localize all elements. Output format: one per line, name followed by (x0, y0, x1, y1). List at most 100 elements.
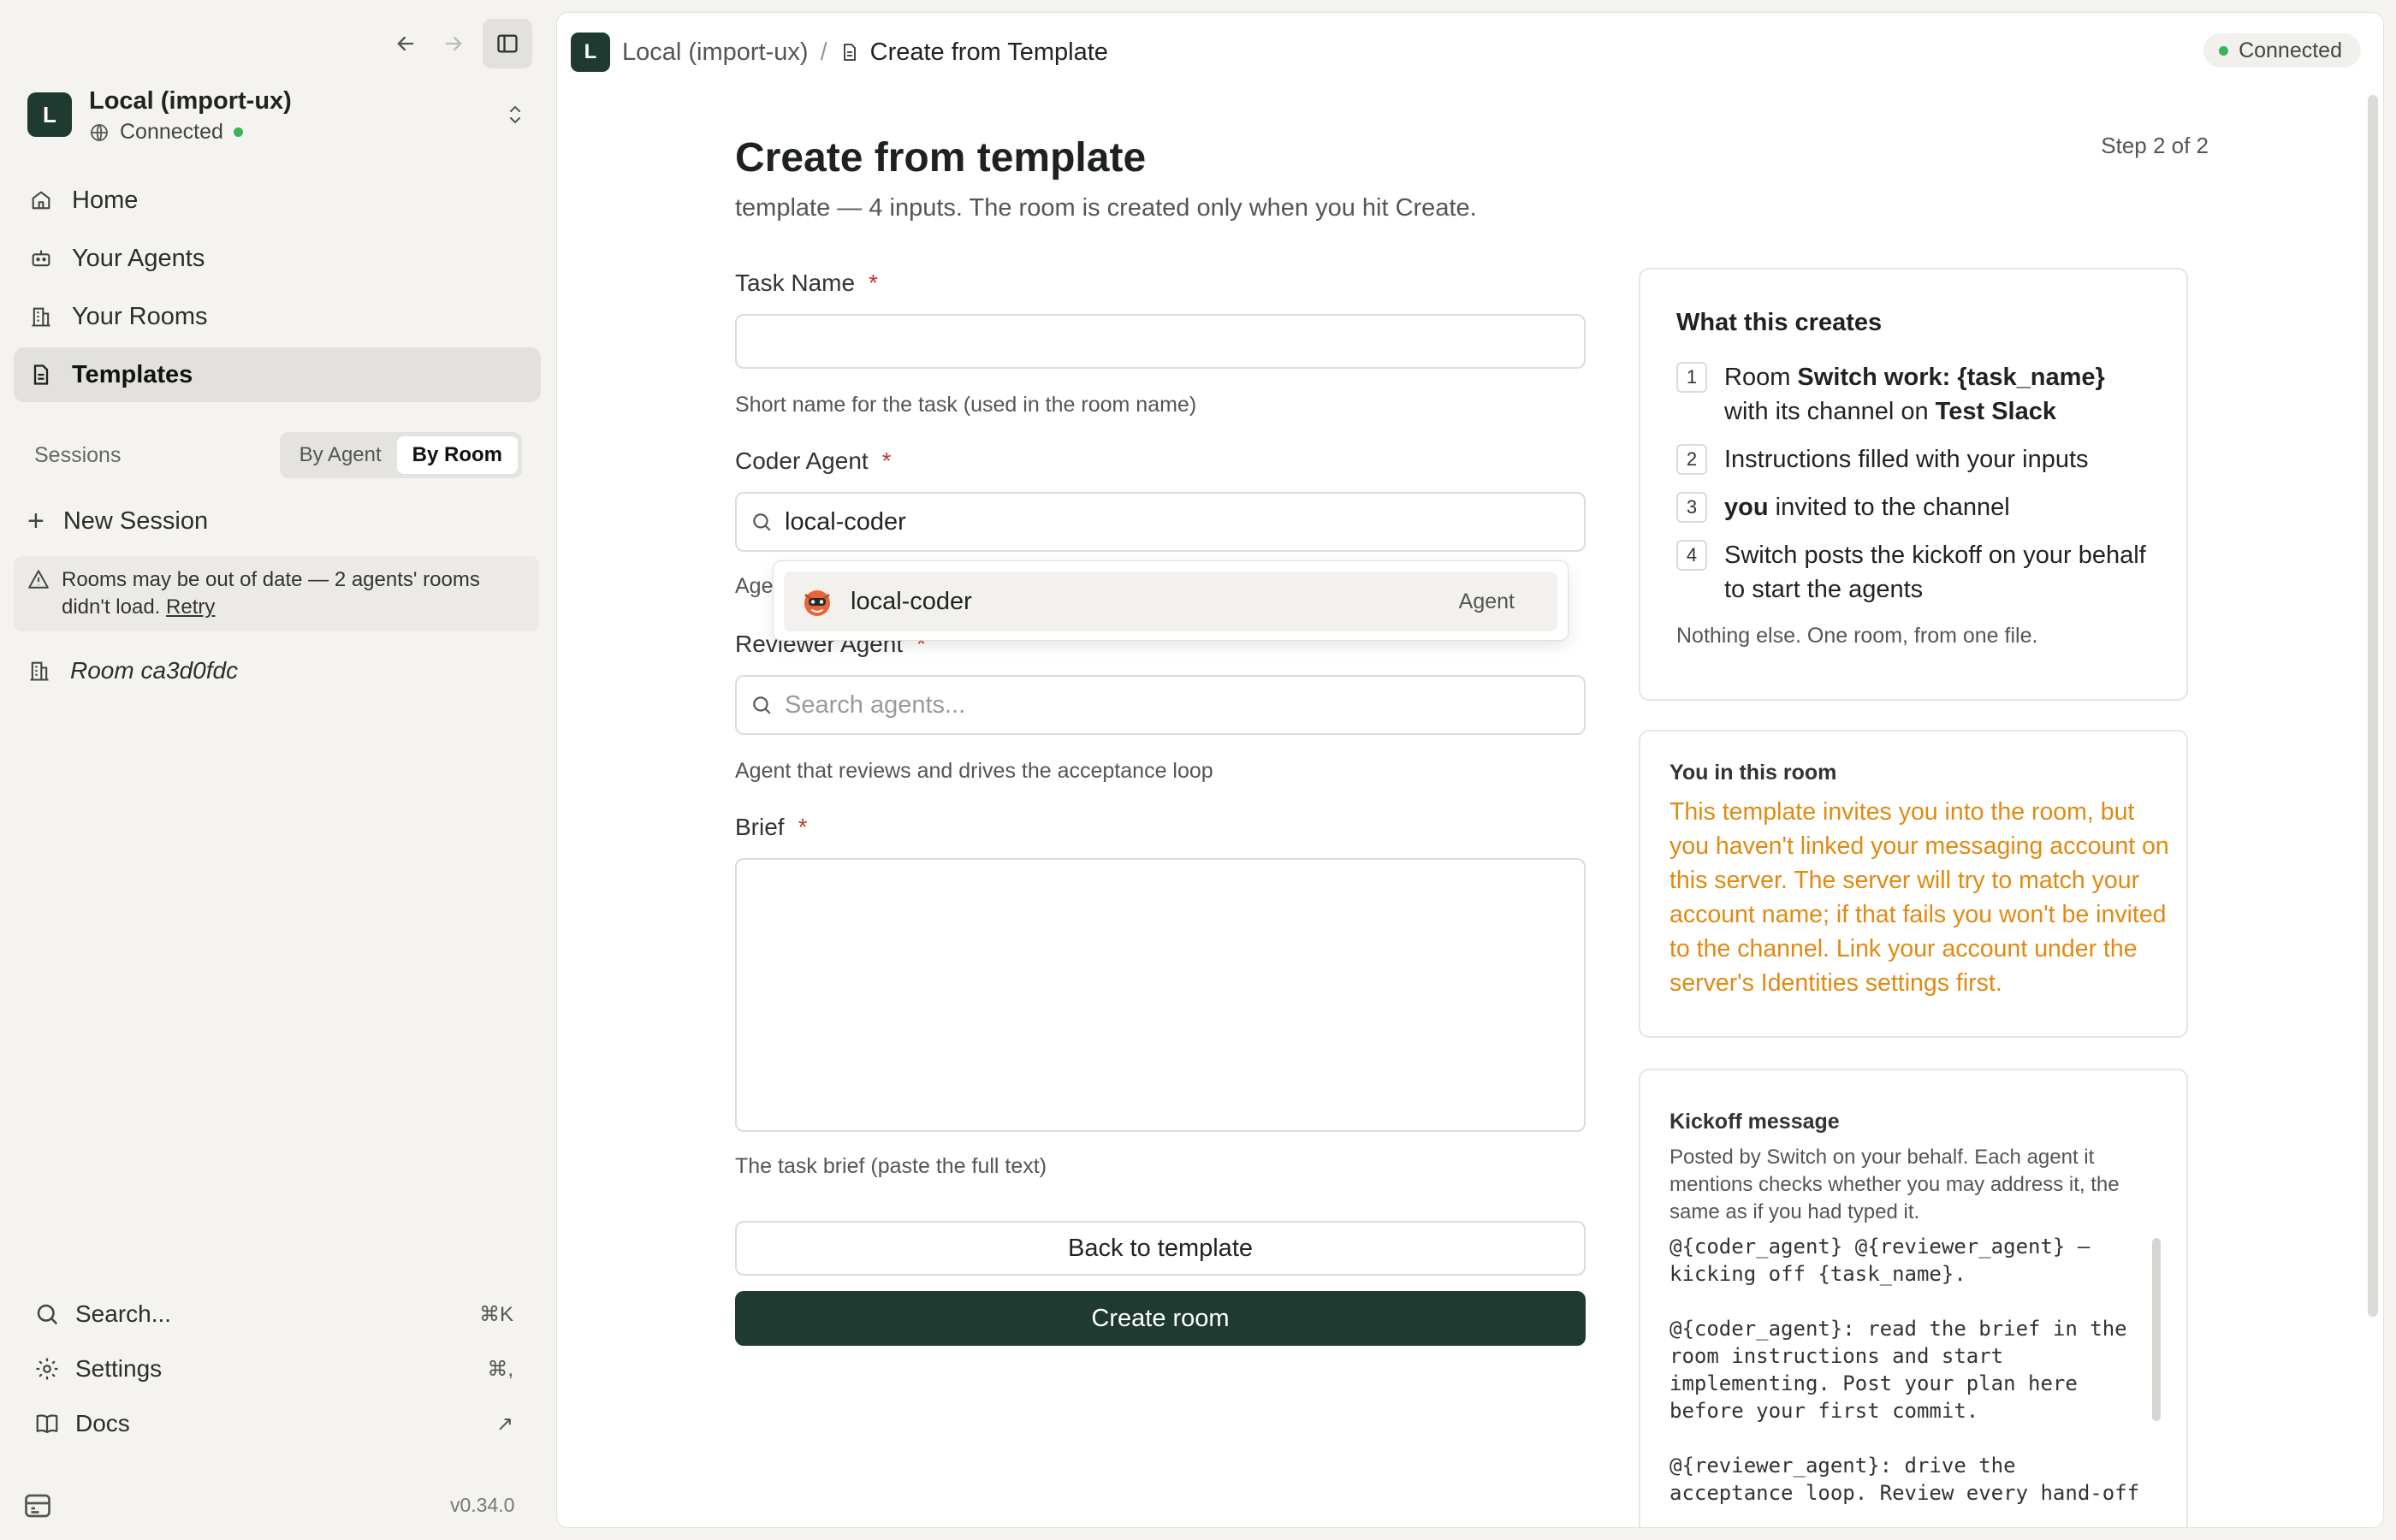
workspace-status-text: Connected (120, 120, 223, 144)
building-icon (32, 307, 50, 327)
sidebar-room-item[interactable]: Room ca3d0fdc (27, 649, 238, 693)
task-name-hint: Short name for the task (used in the roo… (735, 393, 1197, 417)
workspace-status: Connected (89, 120, 243, 145)
you-in-this-room-card: You in this room This template invites y… (1639, 730, 2188, 1038)
forward-arrow-icon[interactable] (430, 20, 477, 68)
search-button[interactable]: Search... ⌘K (34, 1292, 513, 1336)
item-number: 1 (1676, 362, 1707, 393)
top-bar: L Local (import-ux) / Create from Templa… (557, 13, 2383, 92)
page-scrollbar[interactable] (2368, 95, 2378, 1317)
docs-label: Docs (75, 1410, 130, 1436)
breadcrumb-current: Create from Template (869, 38, 1108, 66)
search-icon (37, 1304, 58, 1325)
workspace-switcher[interactable]: L Local (import-ux) Connected (27, 86, 532, 147)
status-dot (2219, 45, 2229, 56)
item-text: Instructions filled with your inputs (1724, 446, 2089, 473)
reviewer-agent-search-input[interactable]: Search agents... (735, 675, 1586, 735)
sidebar: L Local (import-ux) Connected Home Your … (0, 0, 556, 1540)
sidebar-toggle-icon[interactable] (483, 19, 532, 68)
reviewer-agent-placeholder: Search agents... (785, 690, 966, 719)
settings-button[interactable]: Settings ⌘, (34, 1347, 513, 1391)
sidebar-item-label: Home (72, 186, 139, 214)
search-icon (753, 513, 771, 531)
card-footer: Nothing else. One room, from one file. (1676, 624, 2038, 648)
sessions-grouping-toggle: By Agent By Room (279, 432, 522, 478)
breadcrumb-workspace[interactable]: Local (import-ux) (622, 38, 809, 67)
document-icon (33, 364, 49, 385)
connection-status-text: Connected (2239, 38, 2342, 62)
create-room-button[interactable]: Create room (735, 1291, 1586, 1346)
building-icon (30, 661, 49, 681)
reviewer-agent-hint: Agent that reviews and drives the accept… (735, 759, 1213, 783)
sidebar-item-label: Your Agents (72, 244, 205, 272)
globe-icon (91, 123, 108, 141)
task-name-input[interactable] (735, 314, 1586, 369)
item-text: invited to the channel (1768, 494, 2010, 521)
step-indicator: Step 2 of 2 (2101, 133, 2209, 158)
new-session-label: New Session (62, 506, 209, 535)
book-icon (36, 1414, 58, 1434)
connection-status-badge: Connected (2203, 33, 2361, 68)
task-name-label-text: Task Name (735, 270, 856, 296)
item-number: 4 (1676, 540, 1707, 571)
sessions-label: Sessions (34, 442, 122, 467)
task-name-label: Task Name * (735, 270, 878, 297)
settings-shortcut: ⌘, (487, 1357, 513, 1381)
page-subtitle: template — 4 inputs. The room is created… (735, 194, 1477, 222)
brief-label-text: Brief (735, 814, 785, 840)
card-title: Kickoff message (1669, 1110, 1840, 1134)
agent-option-type: Agent (1458, 589, 1515, 613)
new-session-button[interactable]: + New Session (27, 500, 208, 542)
coder-agent-value: local-coder (785, 507, 906, 536)
workspace-avatar: L (27, 92, 72, 137)
kickoff-code: @{coder_agent} @{reviewer_agent} — kicki… (1669, 1235, 2140, 1505)
retry-link[interactable]: Retry (166, 595, 215, 619)
coder-agent-hint: Age (735, 574, 774, 598)
what-this-creates-card: What this creates 1 Room Switch work: {t… (1639, 268, 2188, 701)
gear-icon (36, 1358, 58, 1380)
item-bold: Test Slack (1935, 398, 2056, 425)
group-by-agent-button[interactable]: By Agent (284, 436, 397, 474)
sidebar-item-label: Templates (72, 360, 193, 388)
back-arrow-icon[interactable] (382, 20, 430, 68)
warning-text: Rooms may be out of date — 2 agents' roo… (62, 568, 480, 619)
item-text: with its channel on (1724, 398, 1936, 425)
kickoff-scrollbar[interactable] (2152, 1238, 2161, 1421)
chevron-updown-icon[interactable] (507, 103, 524, 127)
coder-agent-search-input[interactable]: local-coder (735, 492, 1586, 552)
sidebar-item-agents[interactable]: Your Agents (14, 231, 541, 286)
item-number: 3 (1676, 492, 1707, 523)
creates-item: 1 Room Switch work: {task_name} with its… (1676, 360, 2156, 429)
creates-item: 3 you invited to the channel (1676, 490, 2156, 524)
sidebar-item-rooms[interactable]: Your Rooms (14, 289, 541, 344)
app-logo-icon (22, 1490, 53, 1525)
sidebar-item-templates[interactable]: Templates (14, 347, 541, 402)
item-text: Switch posts the kickoff on your behalf … (1724, 542, 2146, 603)
required-marker: * (869, 270, 878, 296)
agent-suggestions-dropdown: local-coder Agent (773, 560, 1569, 641)
item-text: Room (1724, 364, 1798, 391)
identity-warning-text: This template invites you into the room,… (1669, 798, 2169, 997)
docs-link[interactable]: Docs ↗ (34, 1401, 513, 1446)
brief-textarea[interactable] (735, 858, 1586, 1132)
settings-label: Settings (75, 1355, 163, 1382)
search-icon (753, 696, 771, 714)
room-name: Room ca3d0fdc (70, 657, 239, 684)
home-icon (32, 191, 50, 210)
kickoff-message-card: Kickoff message Posted by Switch on your… (1639, 1069, 2188, 1527)
brief-label: Brief * (735, 814, 807, 841)
app-version: v0.34.0 (450, 1494, 515, 1516)
item-number: 2 (1676, 444, 1707, 475)
rooms-warning: Rooms may be out of date — 2 agents' roo… (14, 556, 539, 631)
agent-option[interactable]: local-coder Agent (784, 572, 1557, 631)
workspace-name: Local (import-ux) (89, 87, 292, 115)
required-marker: * (798, 814, 808, 840)
back-to-template-button[interactable]: Back to template (735, 1221, 1586, 1276)
plus-icon: + (27, 504, 44, 537)
coder-agent-label: Coder Agent * (735, 447, 892, 475)
sidebar-item-home[interactable]: Home (14, 173, 541, 228)
status-dot (233, 127, 243, 137)
search-label: Search... (75, 1300, 172, 1327)
external-link-icon: ↗ (495, 1412, 513, 1436)
group-by-room-button[interactable]: By Room (396, 436, 518, 474)
